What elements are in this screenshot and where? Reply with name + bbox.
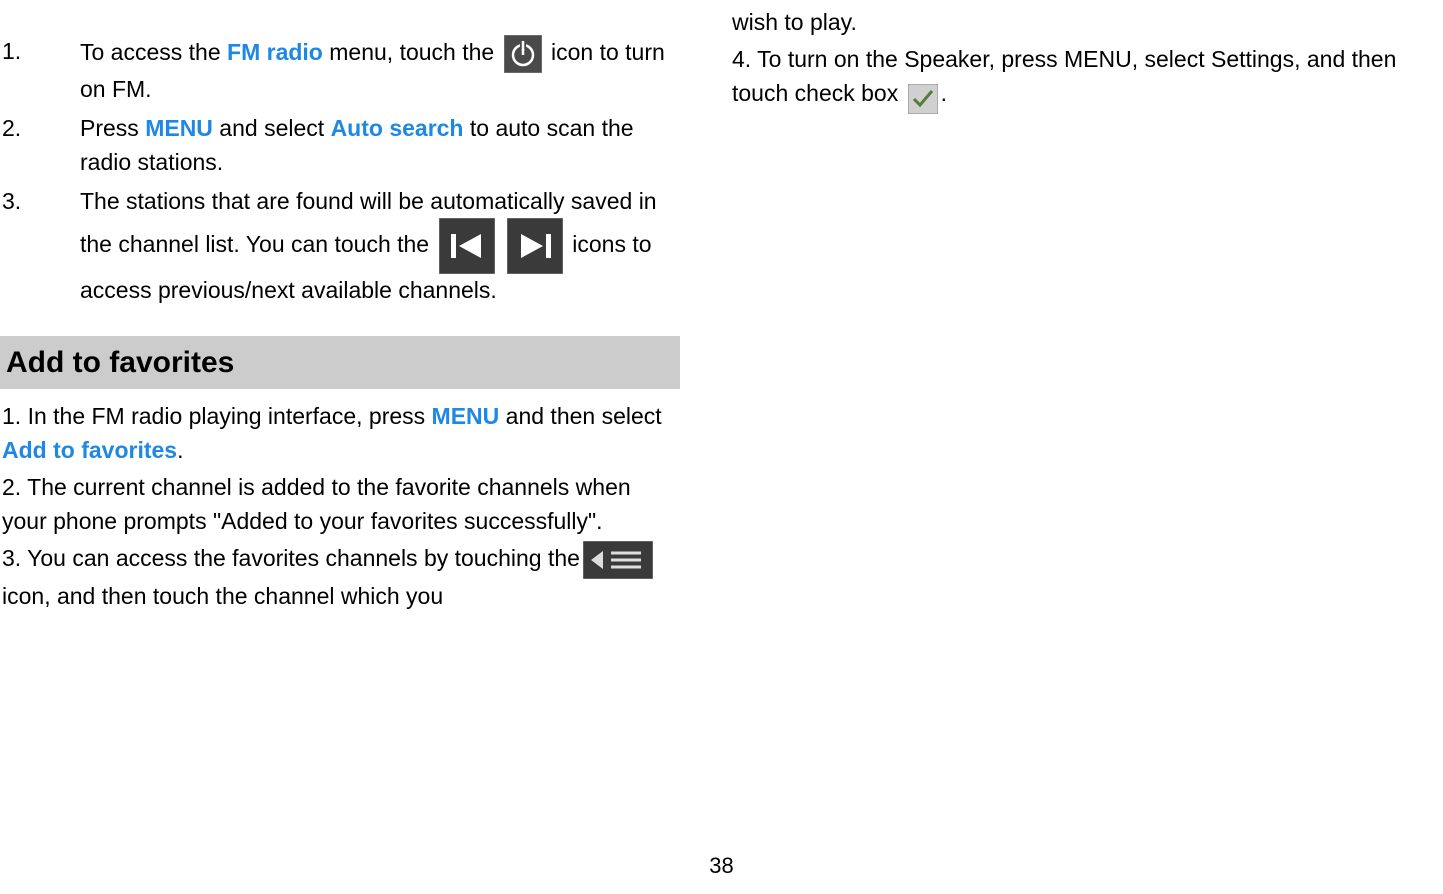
checkbox-icon <box>908 80 938 110</box>
highlight-fm-radio: FM radio <box>227 39 323 65</box>
text: 1. In the FM radio playing interface, pr… <box>2 403 432 429</box>
text: menu, touch the <box>323 39 501 65</box>
right-body: wish to play. 4. To turn on the Speaker,… <box>730 5 1440 111</box>
next-icon <box>507 218 563 274</box>
numbered-list: 1. To access the FM radio menu, touch th… <box>0 35 680 308</box>
speaker-step: 4. To turn on the Speaker, press MENU, s… <box>732 42 1438 111</box>
list-item-1: 1. To access the FM radio menu, touch th… <box>0 35 680 106</box>
text: Press <box>80 115 145 141</box>
list-num: 2. <box>0 112 80 179</box>
power-icon <box>504 35 542 73</box>
text: To access the <box>80 39 227 65</box>
fav-step-3: 3. You can access the favorites channels… <box>2 541 678 614</box>
wish-to-play: wish to play. <box>732 5 1438 40</box>
list-num: 1. <box>0 35 80 106</box>
list-num: 3. <box>0 185 80 308</box>
section-header-add-to-favorites: Add to favorites <box>0 336 680 389</box>
list-item-3: 3. The stations that are found will be a… <box>0 185 680 308</box>
text: and then select <box>499 403 661 429</box>
text: . <box>941 80 947 106</box>
text: 3. You can access the favorites channels… <box>2 545 580 571</box>
text: . <box>177 437 183 463</box>
page-number: 38 <box>709 849 733 882</box>
fav-step-1: 1. In the FM radio playing interface, pr… <box>2 399 678 468</box>
list-content: To access the FM radio menu, touch the i… <box>80 35 680 106</box>
favorites-list-icon <box>583 541 653 579</box>
highlight-menu: MENU <box>432 403 500 429</box>
favorites-body: 1. In the FM radio playing interface, pr… <box>0 399 680 614</box>
text: and select <box>213 115 331 141</box>
list-content: The stations that are found will be auto… <box>80 185 680 308</box>
page-container: 1. To access the FM radio menu, touch th… <box>0 0 1443 615</box>
text: 4. To turn on the Speaker, press MENU, s… <box>732 46 1396 107</box>
highlight-auto-search: Auto search <box>331 115 464 141</box>
fav-step-2: 2. The current channel is added to the f… <box>2 470 678 539</box>
highlight-menu: MENU <box>145 115 213 141</box>
list-content: Press MENU and select Auto search to aut… <box>80 112 680 179</box>
text: icon, and then touch the channel which y… <box>2 583 443 609</box>
left-column: 1. To access the FM radio menu, touch th… <box>0 0 680 615</box>
previous-icon <box>439 218 495 274</box>
right-column: wish to play. 4. To turn on the Speaker,… <box>730 0 1440 615</box>
list-item-2: 2. Press MENU and select Auto search to … <box>0 112 680 179</box>
highlight-add-to-favorites: Add to favorites <box>2 437 177 463</box>
